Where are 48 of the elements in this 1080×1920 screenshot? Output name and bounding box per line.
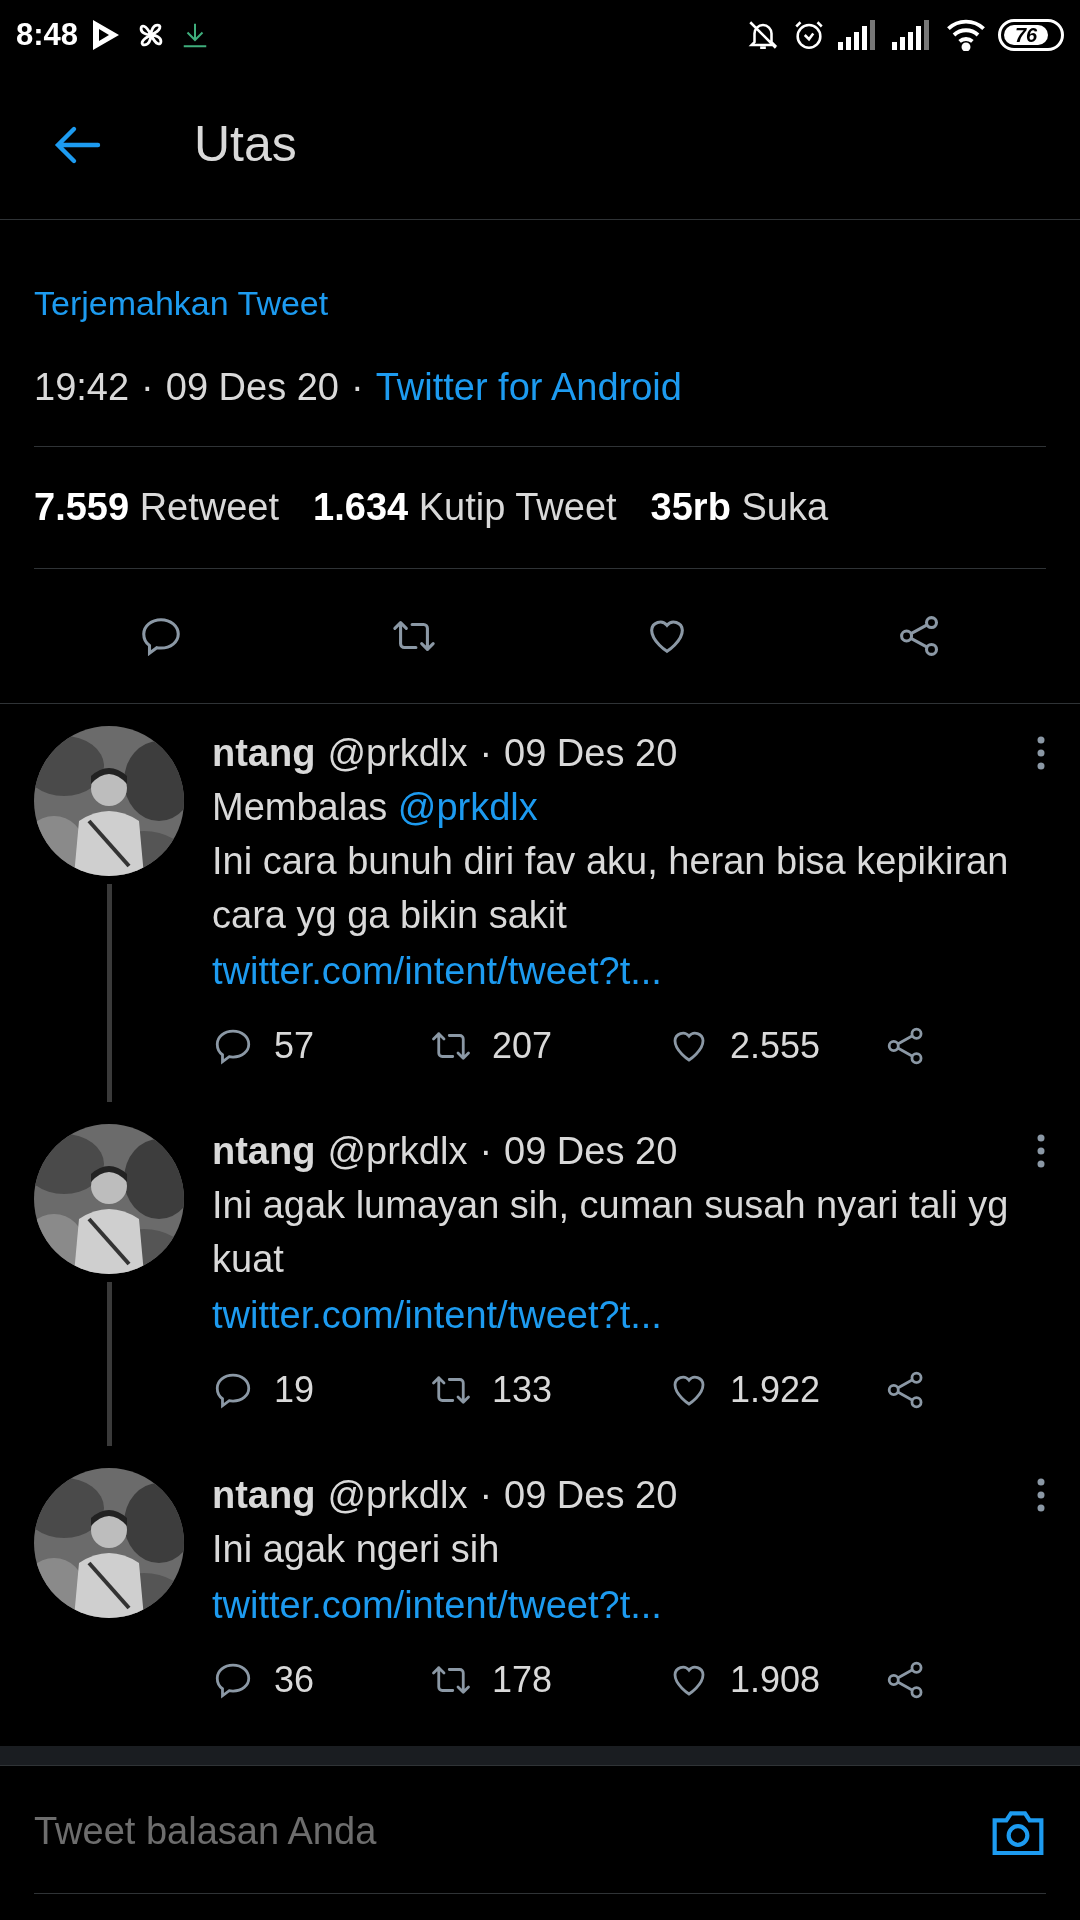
more-options-icon[interactable] — [1036, 1134, 1046, 1168]
tweet-date: 09 Des 20 — [504, 731, 678, 776]
stat-link[interactable]: 7.559 Retweet — [34, 479, 280, 536]
tweet-link[interactable]: twitter.com/intent/tweet?t... — [212, 950, 662, 992]
wifi-icon — [946, 19, 986, 51]
reply-count: 36 — [274, 1658, 315, 1702]
separator-dot: · — [479, 1129, 493, 1174]
author-handle: @prkdlx — [327, 1129, 468, 1174]
tweet-date: 09 Des 20 — [165, 365, 339, 410]
mention-link[interactable]: @prkdlx — [397, 786, 538, 828]
tweet-date: 09 Des 20 — [504, 1129, 678, 1174]
reply-input[interactable]: Tweet balasan Anda — [34, 1803, 990, 1860]
like-count: 2.555 — [730, 1024, 821, 1068]
tweet-link[interactable]: twitter.com/intent/tweet?t... — [212, 1584, 662, 1626]
separator-dot: · — [479, 731, 493, 776]
retweet-count: 207 — [492, 1024, 553, 1068]
separator-dot: · — [479, 1473, 493, 1518]
retweet-count: 178 — [492, 1658, 553, 1702]
battery-level: 76 — [1014, 23, 1038, 48]
page-title: Utas — [194, 115, 297, 174]
like-count: 1.908 — [730, 1658, 821, 1702]
more-options-icon[interactable] — [1036, 1478, 1046, 1512]
author-name[interactable]: ntang — [212, 1468, 316, 1522]
reply-count: 19 — [274, 1368, 315, 1412]
alarm-icon — [792, 18, 826, 52]
status-time: 8:48 — [16, 15, 79, 54]
more-options-icon[interactable] — [1036, 736, 1046, 770]
tweet-text: Ini agak lumayan sih, cuman susah nyari tali yg kuat — [212, 1183, 1010, 1282]
tweet-text: Ini agak ngeri sih — [212, 1527, 501, 1572]
source-link[interactable]: Twitter for Android — [375, 359, 682, 416]
back-arrow-icon — [54, 124, 102, 165]
author-name[interactable]: ntang — [212, 726, 316, 780]
tweet-link[interactable]: twitter.com/intent/tweet?t... — [212, 1294, 662, 1336]
author-handle: @prkdlx — [327, 731, 468, 776]
tweet-date: 09 Des 20 — [504, 1473, 678, 1518]
stat-link[interactable]: 1.634 Kutip Tweet — [313, 479, 617, 536]
reply-count: 57 — [274, 1024, 315, 1068]
replying-to-label: Membalas — [212, 786, 388, 828]
separator-dot: · — [351, 365, 364, 410]
translate-link[interactable]: Terjemahkan Tweet — [34, 284, 329, 322]
like-count: 1.922 — [730, 1368, 821, 1412]
stat-link[interactable]: 35rb Suka — [650, 479, 829, 536]
author-name[interactable]: ntang — [212, 1124, 316, 1178]
author-handle: @prkdlx — [327, 1473, 468, 1518]
separator-dot: · — [141, 365, 154, 410]
retweet-count: 133 — [492, 1368, 553, 1412]
tweet-time: 19:42 — [34, 365, 130, 410]
tweet-text: Ini cara bunuh diri fav aku, heran bisa kepikiran cara yg ga bikin sakit — [212, 839, 1010, 938]
